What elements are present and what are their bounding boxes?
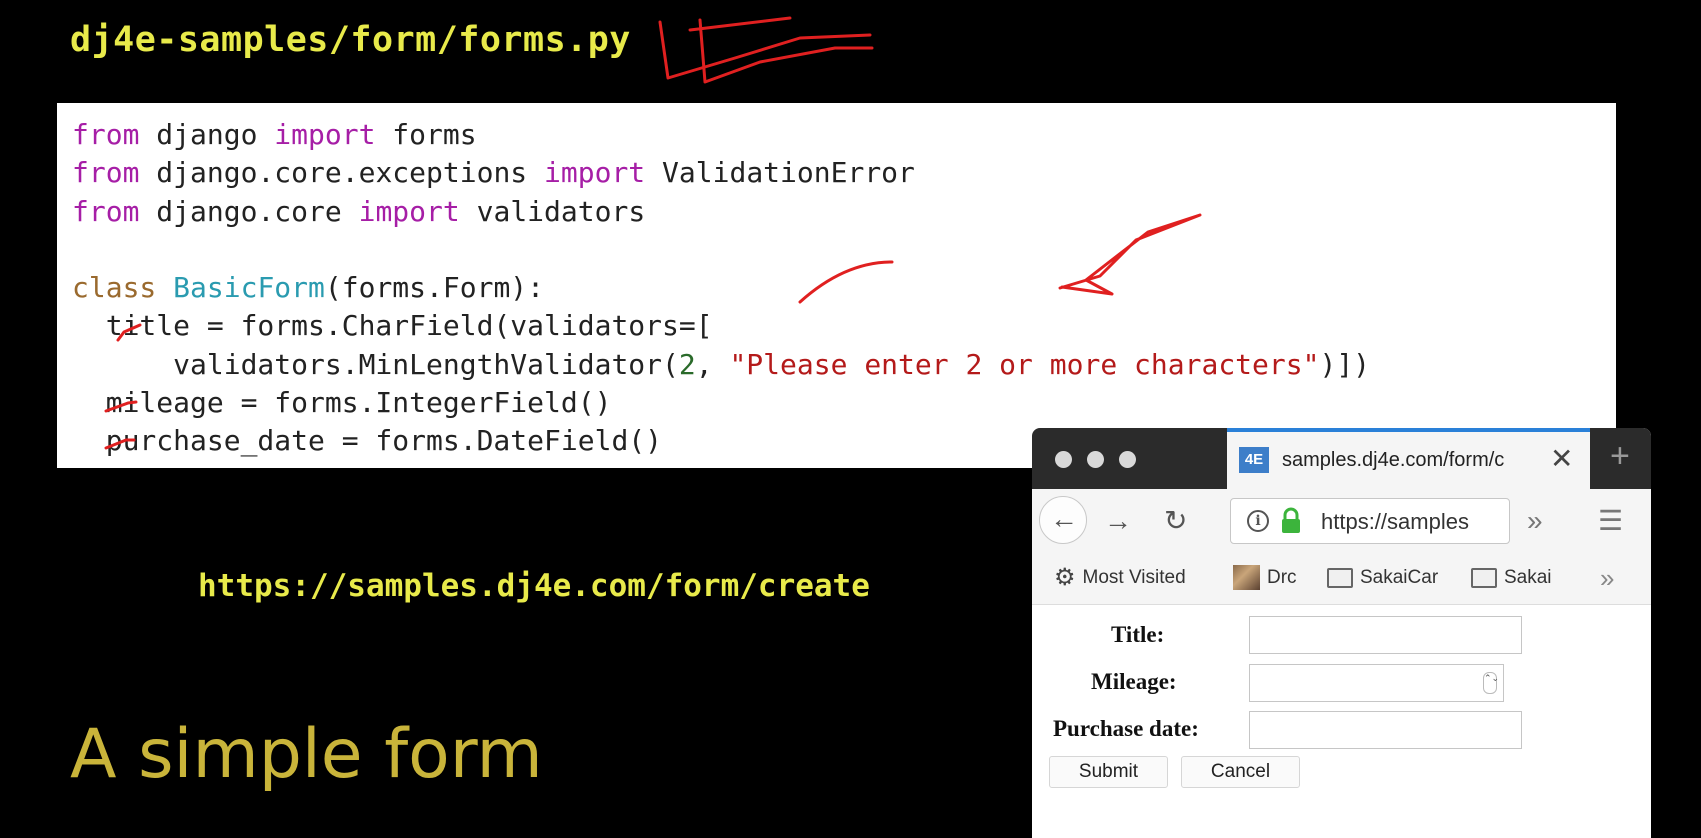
cancel-button[interactable]: Cancel <box>1181 756 1300 788</box>
code-text: django <box>139 118 275 151</box>
code-string: "Please enter 2 or more characters" <box>729 347 1320 381</box>
title-label: Title: <box>1111 622 1165 647</box>
code-keyword: import <box>274 118 376 151</box>
favicon-icon: 4E <box>1239 447 1269 473</box>
bookmarks-overflow-icon[interactable]: » <box>1600 563 1614 593</box>
back-arrow-icon: ← <box>1050 503 1078 534</box>
code-line-8: mileage = forms.IntegerField() <box>72 386 612 420</box>
purchase-date-label: Purchase date: <box>1053 716 1199 741</box>
code-keyword: class <box>72 271 157 305</box>
close-icon[interactable]: ✕ <box>1550 441 1573 477</box>
mileage-input[interactable]: ⌃⌄ <box>1249 664 1504 702</box>
bookmark-label: Drc <box>1267 567 1297 588</box>
folder-icon <box>1327 567 1353 588</box>
code-text: django.core <box>139 194 359 228</box>
code-block: from django import forms from django.cor… <box>72 116 1370 461</box>
code-text: forms <box>375 118 477 151</box>
code-line-1: from django import forms <box>72 118 477 151</box>
code-line-9: purchase_date = forms.DateField() <box>72 424 663 458</box>
bookmark-label: SakaiCar <box>1360 567 1439 588</box>
code-line-6: title = forms.CharField(validators=[ <box>72 309 713 343</box>
code-text: validators <box>459 194 646 228</box>
window-maximize-dot[interactable] <box>1119 451 1136 468</box>
code-text: django.core.exceptions <box>139 156 545 190</box>
window-minimize-dot[interactable] <box>1087 451 1104 468</box>
bookmark-label: Sakai <box>1504 567 1552 588</box>
slide-title: A simple form <box>70 715 543 794</box>
code-line-2: from django.core.exceptions import Valid… <box>72 156 915 189</box>
code-keyword: import <box>358 194 460 228</box>
lock-icon <box>1282 507 1300 533</box>
annotation-scribble <box>658 16 874 84</box>
code-line-7: validators.MinLengthValidator(2, "Please… <box>72 348 1370 381</box>
info-icon[interactable]: i <box>1247 510 1269 532</box>
mileage-label: Mileage: <box>1091 669 1177 694</box>
purchase-date-input[interactable] <box>1249 711 1522 749</box>
code-text: (forms.Form): <box>324 271 545 305</box>
code-text: validators.MinLengthValidator( <box>72 347 679 381</box>
form-page: Title: Mileage: ⌃⌄ Purchase date: Submit… <box>1032 605 1651 838</box>
back-button[interactable]: ← <box>1039 496 1087 544</box>
folder-icon <box>1471 567 1497 588</box>
code-panel: from django import forms from django.cor… <box>57 103 1616 468</box>
slide-url: https://samples.dj4e.com/form/create <box>198 568 870 604</box>
navigation-bar: ← → ↻ i https://samples » ☰ <box>1032 489 1651 553</box>
reload-icon[interactable]: ↻ <box>1164 503 1187 539</box>
new-tab-button[interactable]: + <box>1610 436 1630 476</box>
bookmark-most-visited[interactable]: ⚙ Most Visited <box>1054 565 1186 591</box>
overflow-chevron-icon[interactable]: » <box>1527 503 1543 539</box>
code-keyword: from <box>72 194 140 228</box>
code-line-5: class BasicForm(forms.Form): <box>72 271 544 304</box>
stepper-icon[interactable]: ⌃⌄ <box>1483 672 1499 694</box>
address-bar[interactable]: i https://samples <box>1230 498 1510 544</box>
bookmark-drc[interactable]: Drc <box>1233 565 1297 591</box>
bookmark-sakaicar[interactable]: SakaiCar <box>1327 565 1438 591</box>
code-keyword: import <box>544 156 646 190</box>
code-line-3: from django.core import validators <box>72 195 645 228</box>
browser-window: 4E samples.dj4e.com/form/c ✕ + ← → ↻ i h… <box>1032 428 1651 838</box>
browser-titlebar: 4E samples.dj4e.com/form/c ✕ + <box>1032 428 1651 489</box>
tab-title: samples.dj4e.com/form/c <box>1282 449 1505 471</box>
site-thumbnail-icon <box>1233 565 1260 591</box>
bookmark-label: Most Visited <box>1082 567 1186 588</box>
code-class-name: BasicForm <box>173 271 325 305</box>
bookmarks-bar: ⚙ Most Visited Drc SakaiCar Sakai » <box>1032 553 1651 605</box>
submit-button[interactable]: Submit <box>1049 756 1168 788</box>
title-input[interactable] <box>1249 616 1522 654</box>
code-text: ValidationError <box>645 156 915 190</box>
bookmark-sakai[interactable]: Sakai <box>1471 565 1552 591</box>
window-close-dot[interactable] <box>1055 451 1072 468</box>
code-number: 2 <box>678 347 696 381</box>
menu-icon[interactable]: ☰ <box>1598 503 1623 539</box>
code-keyword: from <box>72 156 140 190</box>
code-keyword: from <box>72 118 140 151</box>
url-text: https://samples <box>1321 509 1469 534</box>
gear-icon: ⚙ <box>1054 563 1076 591</box>
code-text: )]) <box>1319 347 1371 381</box>
browser-tab[interactable]: 4E samples.dj4e.com/form/c ✕ <box>1227 428 1590 489</box>
slide-file-path: dj4e-samples/form/forms.py <box>70 20 631 60</box>
forward-arrow-icon[interactable]: → <box>1104 503 1132 539</box>
code-text: , <box>695 347 730 381</box>
